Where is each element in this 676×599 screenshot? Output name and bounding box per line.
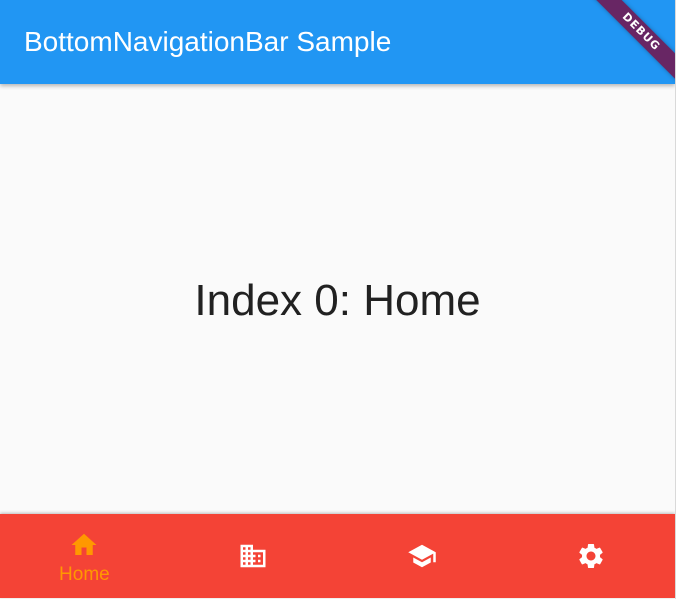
nav-item-school[interactable]	[338, 514, 507, 598]
nav-item-label: Home	[59, 564, 110, 585]
app-bar: BottomNavigationBar Sample	[0, 0, 675, 84]
selected-index-text: Index 0: Home	[194, 275, 481, 325]
nav-item-business[interactable]	[169, 514, 338, 598]
settings-icon	[578, 544, 603, 568]
body-content: Index 0: Home	[0, 84, 675, 514]
school-icon	[408, 544, 436, 568]
business-icon	[240, 544, 266, 568]
app-bar-title: BottomNavigationBar Sample	[24, 26, 392, 57]
nav-item-settings[interactable]	[506, 514, 675, 598]
home-icon	[71, 533, 97, 555]
nav-item-home[interactable]: Home	[0, 514, 169, 598]
bottom-navigation-bar: Home	[0, 514, 675, 598]
app-window: BottomNavigationBar Sample Index 0: Home…	[0, 0, 675, 599]
